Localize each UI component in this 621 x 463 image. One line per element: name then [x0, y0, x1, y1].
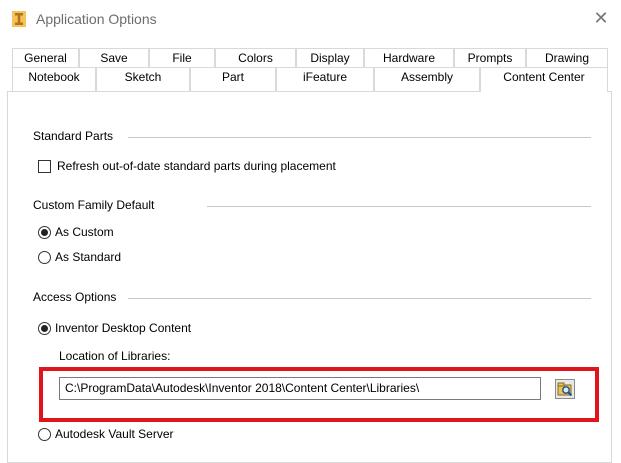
tab-drawing[interactable]: Drawing	[526, 48, 608, 67]
location-of-libraries-label: Location of Libraries:	[59, 349, 171, 363]
tab-colors[interactable]: Colors	[215, 48, 296, 67]
tab-file[interactable]: File	[149, 48, 215, 67]
inventor-desktop-content-label: Inventor Desktop Content	[55, 321, 192, 335]
refresh-standard-parts-label: Refresh out-of-date standard parts durin…	[57, 159, 336, 173]
refresh-standard-parts-checkbox[interactable]	[38, 160, 51, 173]
standard-parts-divider	[128, 137, 591, 138]
tab-ifeature[interactable]: iFeature	[276, 67, 374, 92]
tab-assembly[interactable]: Assembly	[374, 67, 480, 92]
as-standard-radio[interactable]	[38, 251, 51, 264]
autodesk-vault-server-radio[interactable]	[38, 428, 51, 441]
inventor-desktop-content-radio[interactable]	[38, 322, 51, 335]
tab-save[interactable]: Save	[79, 48, 149, 67]
tab-hardware[interactable]: Hardware	[364, 48, 454, 67]
custom-family-default-heading: Custom Family Default	[33, 198, 155, 212]
tab-strip: General Save File Colors Display Hardwar…	[12, 48, 608, 92]
tab-display[interactable]: Display	[296, 48, 364, 67]
tab-content-center[interactable]: Content Center	[480, 67, 608, 92]
tab-prompts[interactable]: Prompts	[454, 48, 526, 67]
as-custom-label: As Custom	[55, 225, 114, 239]
window-title: Application Options	[36, 11, 157, 27]
tab-part[interactable]: Part	[190, 67, 276, 92]
close-icon[interactable]: ✕	[592, 8, 610, 28]
inventor-app-icon	[12, 11, 26, 27]
red-highlight-box	[39, 367, 599, 422]
as-custom-radio[interactable]	[38, 226, 51, 239]
as-standard-label: As Standard	[55, 250, 122, 264]
tab-notebook[interactable]: Notebook	[12, 67, 96, 92]
standard-parts-heading: Standard Parts	[33, 129, 114, 143]
autodesk-vault-server-label: Autodesk Vault Server	[55, 427, 174, 441]
title-bar: Application Options ✕	[0, 0, 621, 38]
access-options-divider	[128, 298, 591, 299]
tab-general[interactable]: General	[12, 48, 79, 67]
custom-family-default-divider	[207, 206, 591, 207]
access-options-heading: Access Options	[33, 290, 117, 304]
tab-sketch[interactable]: Sketch	[96, 67, 190, 92]
